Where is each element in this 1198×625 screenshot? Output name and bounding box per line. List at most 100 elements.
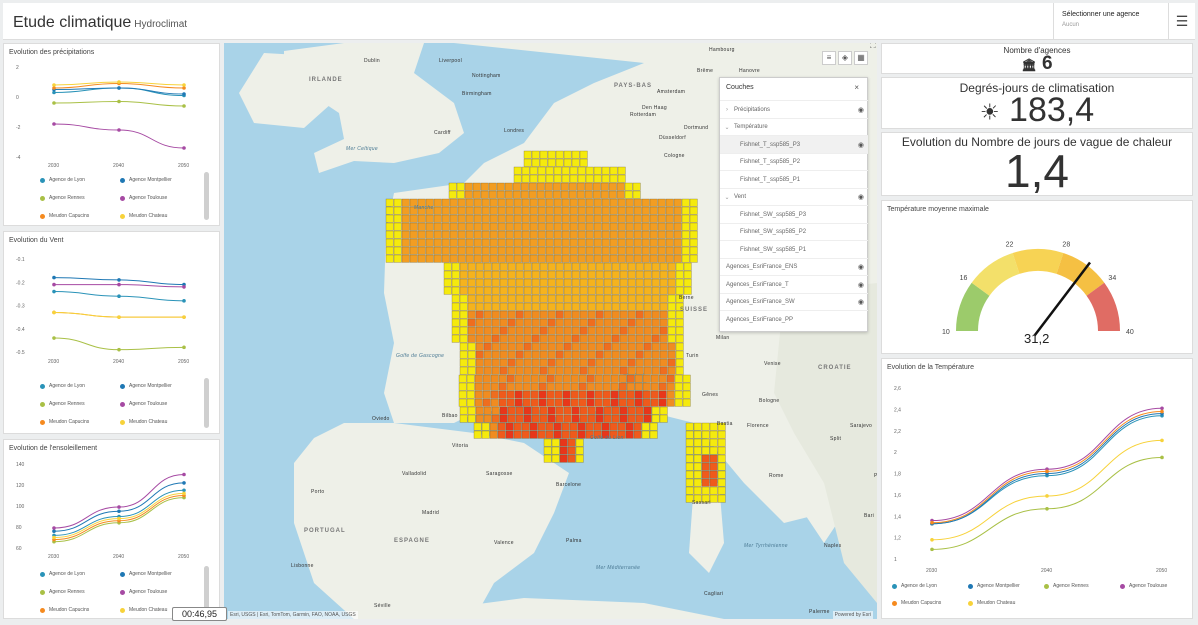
layer-item[interactable]: Fishnet_T_ssp585_P1 xyxy=(720,170,868,188)
legend-item[interactable]: Meudon Chateau xyxy=(120,607,167,613)
legend-item[interactable]: Agence de Lyon xyxy=(892,583,937,589)
layer-item[interactable]: Fishnet_SW_ssp585_P3 xyxy=(720,205,868,223)
data-point[interactable] xyxy=(117,128,121,132)
menu-icon[interactable]: ☰ xyxy=(1168,3,1195,40)
data-point[interactable] xyxy=(117,86,121,90)
data-point[interactable] xyxy=(182,488,186,493)
data-point[interactable] xyxy=(182,146,186,150)
data-point[interactable] xyxy=(52,122,56,126)
chevron-icon[interactable]: ⌄ xyxy=(720,194,734,201)
data-point[interactable] xyxy=(930,547,934,552)
legend-item[interactable]: Meudon Chateau xyxy=(120,213,167,219)
legend-item[interactable]: Agence Toulouse xyxy=(120,589,167,595)
legend-list-icon[interactable]: ≡ xyxy=(822,51,836,65)
close-icon[interactable]: × xyxy=(854,83,859,92)
layer-item[interactable]: Agences_EsriFrance_PP xyxy=(720,310,868,328)
layer-item[interactable]: › Précipitations ◉ xyxy=(720,100,868,118)
data-point[interactable] xyxy=(117,315,121,319)
legend-item[interactable]: Agence Toulouse xyxy=(120,401,167,407)
data-point[interactable] xyxy=(117,347,121,352)
data-point[interactable] xyxy=(1045,494,1049,498)
legend-item[interactable]: Agence Toulouse xyxy=(120,195,167,201)
data-point[interactable] xyxy=(117,99,121,104)
layer-item[interactable]: Fishnet_SW_ssp585_P1 xyxy=(720,240,868,258)
legend-item[interactable]: Agence Rennes xyxy=(40,401,85,407)
data-point[interactable] xyxy=(52,535,56,540)
data-point[interactable] xyxy=(52,101,56,105)
data-point[interactable] xyxy=(182,345,186,350)
legend-item[interactable]: Agence Toulouse xyxy=(1120,583,1167,589)
legend-item[interactable]: Agence Rennes xyxy=(40,195,85,201)
visibility-eye-icon[interactable]: ◉ xyxy=(858,193,864,201)
data-point[interactable] xyxy=(52,310,56,315)
legend-item[interactable]: Meudon Chateau xyxy=(120,419,167,425)
data-point[interactable] xyxy=(52,289,56,294)
data-point[interactable] xyxy=(52,83,56,87)
data-point[interactable] xyxy=(1045,469,1049,474)
legend-item[interactable]: Agence Montpellier xyxy=(120,571,172,577)
chevron-icon[interactable]: ⌄ xyxy=(720,124,734,131)
fullscreen-icon[interactable]: ⛶ xyxy=(870,43,876,51)
data-point[interactable] xyxy=(117,505,121,509)
data-point[interactable] xyxy=(182,299,186,303)
data-point[interactable] xyxy=(52,282,56,287)
visibility-eye-icon[interactable]: ◉ xyxy=(858,263,864,271)
layer-item[interactable]: ⌄ Température xyxy=(720,117,868,136)
legend-scrollbar[interactable] xyxy=(204,172,209,220)
data-point[interactable] xyxy=(182,491,186,496)
visibility-eye-icon[interactable]: ◉ xyxy=(858,106,864,114)
data-point[interactable] xyxy=(117,80,121,84)
legend-item[interactable]: Agence de Lyon xyxy=(40,383,85,389)
legend-item[interactable]: Meudon Capucins xyxy=(40,419,89,425)
data-point[interactable] xyxy=(182,83,186,87)
data-point[interactable] xyxy=(52,336,56,340)
legend-item[interactable]: Meudon Chateau xyxy=(968,600,1015,606)
chevron-icon[interactable]: › xyxy=(720,107,734,113)
data-point[interactable] xyxy=(117,278,121,282)
basemap-gallery-icon[interactable]: ▦ xyxy=(854,51,868,65)
layer-item[interactable]: Agences_EsriFrance_SW ◉ xyxy=(720,292,868,311)
layer-item[interactable]: Fishnet_SW_ssp585_P2 xyxy=(720,222,868,241)
legend-item[interactable]: Agence Rennes xyxy=(40,589,85,595)
data-point[interactable] xyxy=(52,526,56,530)
legend-item[interactable]: Agence de Lyon xyxy=(40,177,85,183)
visibility-eye-icon[interactable]: ◉ xyxy=(858,298,864,306)
layer-item[interactable]: Fishnet_T_ssp585_P2 xyxy=(720,152,868,171)
visibility-eye-icon[interactable]: ◉ xyxy=(858,141,864,149)
layer-item[interactable]: Agences_EsriFrance_ENS ◉ xyxy=(720,257,868,276)
layer-item[interactable]: Fishnet_T_ssp585_P3 ◉ xyxy=(720,135,868,153)
data-point[interactable] xyxy=(1160,409,1164,414)
legend-item[interactable]: Agence Montpellier xyxy=(968,583,1020,589)
agency-selector[interactable]: Sélectionner une agence Aucun xyxy=(1053,3,1168,40)
data-point[interactable] xyxy=(182,92,186,96)
data-point[interactable] xyxy=(930,537,934,542)
data-point[interactable] xyxy=(182,285,186,289)
data-point[interactable] xyxy=(117,294,121,298)
powered-by[interactable]: Powered by Esri xyxy=(832,611,873,619)
layers-icon[interactable]: ◈ xyxy=(838,51,852,65)
legend-item[interactable]: Agence Rennes xyxy=(1044,583,1089,589)
visibility-eye-icon[interactable]: ◉ xyxy=(858,281,864,289)
data-point[interactable] xyxy=(1160,455,1164,460)
legend-item[interactable]: Agence Montpellier xyxy=(120,383,172,389)
legend-scrollbar[interactable] xyxy=(204,378,209,428)
legend-item[interactable]: Meudon Capucins xyxy=(40,213,89,219)
data-point[interactable] xyxy=(1160,438,1164,443)
data-point[interactable] xyxy=(182,315,186,319)
legend-item[interactable]: Meudon Capucins xyxy=(40,607,89,613)
legend-item[interactable]: Agence Montpellier xyxy=(120,177,172,183)
data-point[interactable] xyxy=(52,529,56,533)
data-point[interactable] xyxy=(930,520,934,525)
data-point[interactable] xyxy=(182,472,186,477)
layer-item[interactable]: Agences_EsriFrance_T ◉ xyxy=(720,275,868,293)
data-point[interactable] xyxy=(1045,506,1049,511)
data-point[interactable] xyxy=(117,509,121,514)
data-point[interactable] xyxy=(52,275,56,280)
data-point[interactable] xyxy=(182,104,186,108)
data-point[interactable] xyxy=(117,516,121,521)
legend-item[interactable]: Meudon Capucins xyxy=(892,600,941,606)
data-point[interactable] xyxy=(182,481,186,485)
layer-item[interactable]: ⌄ Vent ◉ xyxy=(720,187,868,206)
data-point[interactable] xyxy=(117,282,121,287)
legend-item[interactable]: Agence de Lyon xyxy=(40,571,85,577)
